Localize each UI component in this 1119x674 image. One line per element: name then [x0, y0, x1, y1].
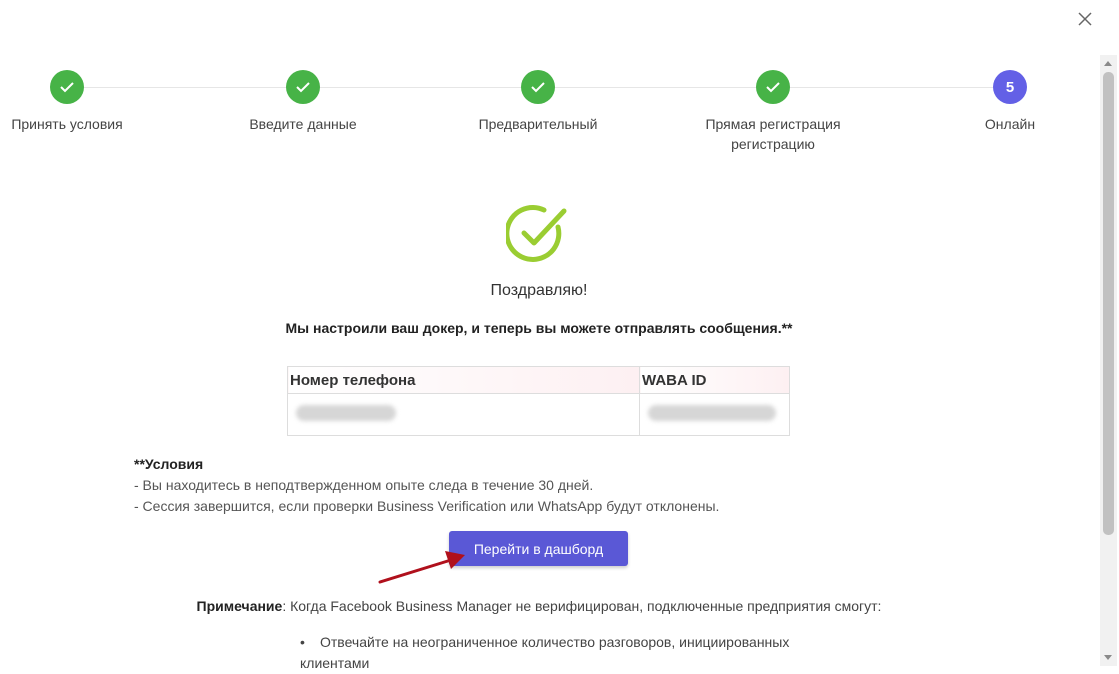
note-paragraph: Примечание: Когда Facebook Business Mana… [0, 598, 1078, 614]
step-label: Введите данные [249, 116, 357, 132]
scrollbar[interactable] [1100, 55, 1117, 666]
success-subtitle: Мы настроили ваш докер, и теперь вы може… [285, 320, 793, 336]
step-online: 5 Онлайн [910, 70, 1110, 134]
check-icon [766, 82, 780, 93]
phone-cell [287, 393, 640, 436]
column-header-waba-id: WABA ID [639, 366, 790, 394]
annotation-arrow-icon [378, 551, 465, 584]
note-text: : Когда Facebook Business Manager не вер… [282, 598, 882, 614]
column-header-phone: Номер телефона [287, 366, 640, 394]
step-preliminary: Предварительный [438, 70, 638, 134]
redacted-value [648, 404, 776, 421]
waba-id-cell [639, 393, 790, 436]
scrollbar-thumb[interactable] [1103, 72, 1114, 535]
step-label-line1: Прямая регистрация [705, 116, 841, 132]
list-item: • Отвечайте на неограниченное количество… [300, 632, 820, 674]
step-label: Онлайн [984, 116, 1036, 132]
check-circle-icon [506, 204, 567, 262]
step-label: Предварительный [478, 116, 598, 132]
bullet-icon: • [300, 634, 305, 650]
scroll-down-icon[interactable] [1104, 655, 1112, 660]
check-icon [531, 82, 545, 93]
step-label: Прямая регистрация регистрацию [673, 114, 873, 154]
step-label-line2: регистрацию [731, 136, 815, 152]
step-accept-terms: Принять условия [0, 70, 167, 134]
step-done-indicator [756, 70, 790, 104]
table-header-row: Номер телефона WABA ID [287, 366, 790, 394]
terms-heading: **Условия [134, 456, 204, 472]
check-icon [60, 82, 74, 93]
list-item-line1: Отвечайте на неограниченное количество р… [320, 634, 790, 650]
step-direct-registration: Прямая регистрация регистрацию [673, 70, 873, 154]
terms-section: **Условия - Вы находитесь в неподтвержде… [134, 454, 719, 517]
info-table: Номер телефона WABA ID [287, 366, 790, 436]
note-label: Примечание [196, 598, 283, 614]
terms-item: - Сессия завершится, если проверки Busin… [134, 498, 720, 514]
step-enter-data: Введите данные [203, 70, 403, 134]
success-title: Поздравляю! [490, 282, 588, 299]
close-button[interactable] [1074, 8, 1096, 30]
step-label: Принять условия [11, 116, 123, 132]
redacted-value [296, 404, 396, 421]
scroll-up-icon[interactable] [1104, 61, 1112, 66]
go-to-dashboard-button[interactable]: Перейти в дашборд [449, 531, 628, 566]
list-item-line2: клиентами [300, 655, 370, 671]
table-row [287, 393, 790, 436]
step-number: 5 [993, 70, 1027, 104]
step-done-indicator [286, 70, 320, 104]
step-done-indicator [521, 70, 555, 104]
terms-item: - Вы находитесь в неподтвержденном опыте… [134, 477, 594, 493]
step-done-indicator [50, 70, 84, 104]
check-icon [296, 82, 310, 93]
progress-stepper: Принять условия Введите данные Предварит… [0, 70, 1100, 170]
close-icon [1078, 12, 1092, 26]
